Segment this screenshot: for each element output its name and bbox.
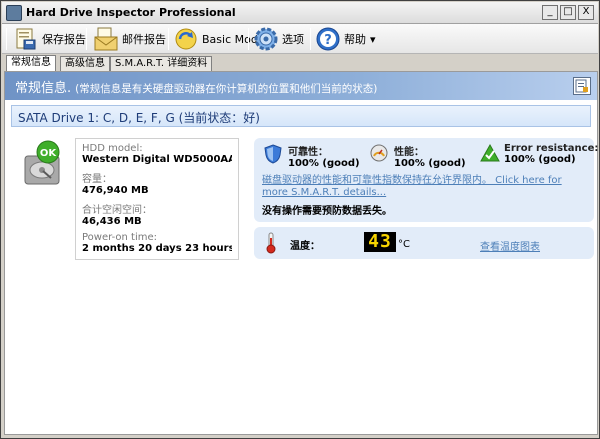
toolbar-separator (310, 28, 311, 50)
thermometer-icon (266, 232, 276, 257)
mail-report-icon (94, 27, 118, 51)
window-title: Hard Drive Inspector Professional (26, 6, 236, 19)
basic-mode-icon (174, 27, 198, 51)
options-label: 选项 (282, 33, 304, 46)
power-on-value: 2 months 20 days 23 hours (1,9... (82, 243, 232, 254)
drive-selector-bar[interactable]: SATA Drive 1: C, D, E, F, G (当前状态：好) (11, 105, 591, 127)
svg-text:?: ? (324, 33, 332, 48)
performance-value: 100% (good) (394, 158, 466, 169)
title-bar: Hard Drive Inspector Professional _ □ X (2, 2, 598, 24)
toolbar: 保存报告 邮件报告 Basic Mode 选项 ? 帮助 ▾ (2, 24, 598, 54)
drive-info-box: HDD model: Western Digital WD5000AAKS-0.… (75, 138, 239, 260)
mail-report-label: 邮件报告 (122, 33, 166, 46)
smart-details-link[interactable]: 磁盘驱动器的性能和可靠性指数保持在允许界限内。 Click here for m… (262, 175, 582, 199)
temperature-chart-link[interactable]: 查看温度图表 (480, 238, 540, 253)
maximize-button[interactable]: □ (560, 5, 576, 20)
temperature-panel: 温度： 43 °C 查看温度图表 (254, 227, 594, 259)
content-panel: 常规信息. (常规信息是有关硬盘驱动器在你计算机的位置和他们当前的状态) SATA… (4, 71, 598, 435)
error-resistance-value: 100% (good) (504, 154, 576, 165)
basic-mode-button[interactable]: Basic Mode (174, 27, 265, 51)
gear-icon (254, 27, 278, 51)
tab-general-info[interactable]: 常规信息 (6, 55, 56, 71)
error-resistance-stat: Error resistance: 100% (good) (504, 143, 598, 165)
capacity-label: 容量： (82, 174, 112, 185)
mail-report-button[interactable]: 邮件报告 (94, 27, 166, 51)
reliability-stat: 可靠性： 100% (good) (288, 143, 360, 169)
window-controls: _ □ X (542, 5, 594, 20)
temperature-label: 温度： (290, 241, 320, 252)
performance-stat: 性能： 100% (good) (394, 143, 466, 169)
hard-disk-icon: OK (21, 140, 63, 186)
toolbar-separator (86, 28, 87, 50)
save-report-label: 保存报告 (42, 33, 86, 46)
main-window: Hard Drive Inspector Professional _ □ X … (0, 0, 600, 439)
status-bar (2, 435, 598, 438)
close-button[interactable]: X (578, 5, 594, 20)
tab-strip: 常规信息 高级信息 S.M.A.R.T. 详细资料 (2, 55, 598, 71)
page-title: 常规信息. (常规信息是有关硬盘驱动器在你计算机的位置和他们当前的状态) (15, 77, 377, 96)
toolbar-separator (248, 28, 249, 50)
minimize-button[interactable]: _ (542, 5, 558, 20)
options-button[interactable]: 选项 (254, 27, 304, 51)
help-icon: ? (316, 27, 340, 51)
section-header: 常规信息. (常规信息是有关硬盘驱动器在你计算机的位置和他们当前的状态) (5, 72, 597, 100)
page-subtitle: (常规信息是有关硬盘驱动器在你计算机的位置和他们当前的状态) (75, 83, 378, 95)
status-message: 没有操作需要预防数据丢失。 (262, 206, 392, 217)
gauge-icon (370, 144, 388, 165)
shield-icon (264, 144, 282, 167)
temperature-unit: °C (398, 239, 410, 250)
ok-status-badge: OK (40, 148, 58, 159)
help-dropdown-arrow-icon[interactable]: ▾ (370, 33, 376, 46)
model-value: Western Digital WD5000AAKS-0... (82, 154, 232, 165)
health-panel: 可靠性： 100% (good) 性能： 100% (good) Error r… (254, 138, 598, 222)
drive-title: SATA Drive 1: C, D, E, F, G (当前状态：好) (18, 111, 260, 125)
help-button[interactable]: ? 帮助 ▾ (316, 27, 376, 51)
save-report-button[interactable]: 保存报告 (14, 27, 86, 51)
report-icon[interactable] (573, 77, 591, 95)
toolbar-separator (168, 28, 169, 50)
page-title-text: 常规信息. (15, 81, 72, 96)
model-label: HDD model: (82, 143, 143, 154)
tab-smart-details[interactable]: S.M.A.R.T. 详细资料 (110, 56, 213, 71)
app-disk-icon (6, 5, 22, 21)
error-resistance-label: Error resistance: (504, 143, 599, 154)
reliability-value: 100% (good) (288, 158, 360, 169)
tab-advanced-info[interactable]: 高级信息 (60, 56, 110, 71)
reliability-label: 可靠性： (288, 147, 328, 158)
help-label: 帮助 (344, 33, 366, 46)
capacity-value: 476,940 MB (82, 185, 149, 196)
temperature-display: 43 (364, 232, 396, 252)
toolbar-grip (6, 28, 7, 50)
free-space-value: 46,436 MB (82, 216, 142, 227)
performance-label: 性能： (394, 147, 424, 158)
save-report-icon (14, 27, 38, 51)
power-on-label: Power-on time: (82, 232, 157, 243)
check-triangle-icon (480, 143, 500, 165)
free-space-label: 合计空闲空间： (82, 205, 152, 216)
